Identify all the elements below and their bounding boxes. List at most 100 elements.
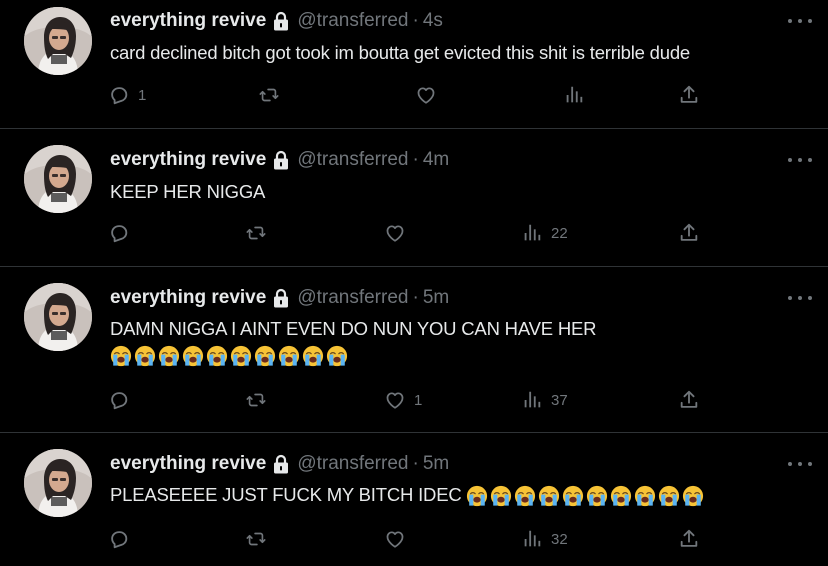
loudly-crying-face-emoji: [466, 485, 488, 507]
username[interactable]: @transferred: [297, 453, 408, 475]
views-button[interactable]: [563, 84, 585, 106]
tweet-header: everything revive @transferred · 5m: [110, 452, 449, 476]
loudly-crying-face-emoji: [586, 485, 608, 507]
timestamp[interactable]: 4s: [423, 10, 443, 32]
tweet-text: card declined bitch got took im boutta g…: [110, 40, 810, 66]
avatar[interactable]: [24, 283, 92, 351]
tweet-header: everything revive @transferred · 4s: [110, 9, 443, 33]
display-name[interactable]: everything revive: [110, 149, 266, 171]
lock-icon: [272, 11, 290, 31]
like-button[interactable]: [384, 528, 406, 550]
retweet-icon: [245, 222, 267, 244]
retweet-button[interactable]: [245, 528, 267, 550]
separator: ·: [412, 10, 419, 31]
loudly-crying-face-emoji: [182, 345, 204, 367]
reply-icon: [108, 84, 130, 106]
more-icon[interactable]: [788, 293, 812, 303]
tweet-feed: everything revive @transferred · 4s card…: [0, 0, 828, 566]
share-button[interactable]: [678, 389, 700, 411]
share-icon: [678, 528, 700, 550]
like-button[interactable]: [415, 84, 437, 106]
views-button[interactable]: 22: [521, 222, 568, 244]
action-bar: 32: [0, 528, 828, 556]
tweet-text-content: PLEASEEEE JUST FUCK MY BITCH IDEC: [110, 484, 462, 505]
loudly-crying-face-emoji: [254, 345, 276, 367]
timestamp[interactable]: 4m: [423, 149, 449, 171]
username[interactable]: @transferred: [297, 10, 408, 32]
like-button[interactable]: [384, 222, 406, 244]
more-icon[interactable]: [788, 459, 812, 469]
retweet-button[interactable]: [245, 222, 267, 244]
share-icon: [678, 389, 700, 411]
more-icon[interactable]: [788, 155, 812, 165]
loudly-crying-face-emoji: [490, 485, 512, 507]
reply-icon: [108, 389, 130, 411]
timestamp[interactable]: 5m: [423, 287, 449, 309]
timestamp[interactable]: 5m: [423, 453, 449, 475]
views-button[interactable]: 37: [521, 389, 568, 411]
display-name[interactable]: everything revive: [110, 287, 266, 309]
loudly-crying-face-emoji: [610, 485, 632, 507]
separator: ·: [412, 287, 419, 308]
views-icon: [521, 528, 543, 550]
action-bar: 1: [0, 84, 828, 112]
avatar-image: [24, 7, 92, 75]
tweet-text-content: card declined bitch got took im boutta g…: [110, 42, 691, 63]
reply-button[interactable]: [108, 222, 130, 244]
tweet-header: everything revive @transferred · 4m: [110, 148, 449, 172]
retweet-button[interactable]: [245, 389, 267, 411]
heart-icon: [384, 528, 406, 550]
display-name[interactable]: everything revive: [110, 10, 266, 32]
more-icon[interactable]: [788, 16, 812, 26]
avatar-image: [24, 145, 92, 213]
loudly-crying-face-emoji: [562, 485, 584, 507]
tweet-text: DAMN NIGGA I AINT EVEN DO NUN YOU CAN HA…: [110, 316, 810, 368]
reply-button[interactable]: 1: [108, 84, 146, 106]
share-icon: [678, 84, 700, 106]
tweet[interactable]: everything revive @transferred · 5m PLEA…: [0, 433, 828, 566]
retweet-icon: [245, 528, 267, 550]
tweet-text: PLEASEEEE JUST FUCK MY BITCH IDEC: [110, 482, 810, 508]
views-icon: [521, 222, 543, 244]
username[interactable]: @transferred: [297, 287, 408, 309]
like-count: 1: [414, 391, 423, 409]
action-bar: 1 37: [0, 389, 828, 417]
avatar[interactable]: [24, 449, 92, 517]
tweet-text: KEEP HER NIGGA: [110, 179, 810, 205]
loudly-crying-face-emoji: [302, 345, 324, 367]
heart-icon: [384, 389, 406, 411]
tweet-header: everything revive @transferred · 5m: [110, 286, 449, 310]
share-button[interactable]: [678, 528, 700, 550]
reply-button[interactable]: [108, 528, 130, 550]
tweet[interactable]: everything revive @transferred · 5m DAMN…: [0, 267, 828, 433]
loudly-crying-face-emoji: [134, 345, 156, 367]
separator: ·: [412, 149, 419, 170]
lock-icon: [272, 288, 290, 308]
tweet[interactable]: everything revive @transferred · 4s card…: [0, 0, 828, 129]
tweet-text-content: DAMN NIGGA I AINT EVEN DO NUN YOU CAN HA…: [110, 318, 597, 339]
views-count: 37: [551, 391, 568, 409]
avatar[interactable]: [24, 145, 92, 213]
heart-icon: [415, 84, 437, 106]
loudly-crying-face-emoji: [230, 345, 252, 367]
share-button[interactable]: [678, 222, 700, 244]
avatar[interactable]: [24, 7, 92, 75]
loudly-crying-face-emoji: [682, 485, 704, 507]
username[interactable]: @transferred: [297, 149, 408, 171]
retweet-icon: [258, 84, 280, 106]
loudly-crying-face-emoji: [158, 345, 180, 367]
views-count: 32: [551, 530, 568, 548]
reply-button[interactable]: [108, 389, 130, 411]
emoji-row: [110, 345, 350, 367]
loudly-crying-face-emoji: [658, 485, 680, 507]
reply-icon: [108, 222, 130, 244]
display-name[interactable]: everything revive: [110, 453, 266, 475]
tweet[interactable]: everything revive @transferred · 4m KEEP…: [0, 129, 828, 267]
like-button[interactable]: 1: [384, 389, 422, 411]
loudly-crying-face-emoji: [110, 345, 132, 367]
heart-icon: [384, 222, 406, 244]
views-button[interactable]: 32: [521, 528, 568, 550]
share-button[interactable]: [678, 84, 700, 106]
lock-icon: [272, 454, 290, 474]
retweet-button[interactable]: [258, 84, 280, 106]
